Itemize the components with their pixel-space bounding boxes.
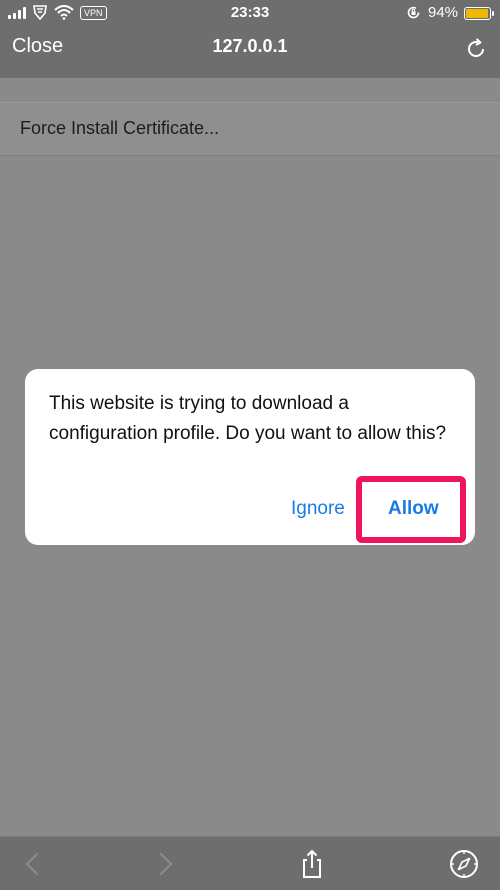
- battery-fill: [466, 9, 488, 18]
- alert-dialog: This website is trying to download a con…: [25, 369, 475, 545]
- compass-icon[interactable]: [449, 849, 479, 879]
- force-install-certificate-link[interactable]: Force Install Certificate...: [0, 103, 500, 156]
- back-icon[interactable]: [18, 849, 46, 879]
- rotation-lock-icon: [407, 6, 420, 19]
- allow-button[interactable]: Allow: [388, 498, 439, 520]
- reload-icon[interactable]: [464, 37, 488, 61]
- page-title: 127.0.0.1: [212, 36, 288, 56]
- force-install-certificate-label: Force Install Certificate...: [20, 118, 220, 138]
- share-icon[interactable]: [298, 849, 326, 879]
- alert-message: This website is trying to download a con…: [49, 393, 447, 444]
- battery-percent: 94%: [428, 4, 459, 21]
- ignore-button[interactable]: Ignore: [291, 498, 345, 520]
- bottom-toolbar: [0, 836, 500, 890]
- nav-bar: Close 127.0.0.1: [0, 26, 500, 78]
- status-time: 23:33: [230, 4, 270, 21]
- forward-icon[interactable]: [152, 849, 180, 879]
- battery-icon: [464, 7, 494, 20]
- status-bar: VPN 23:33 94%: [0, 0, 500, 26]
